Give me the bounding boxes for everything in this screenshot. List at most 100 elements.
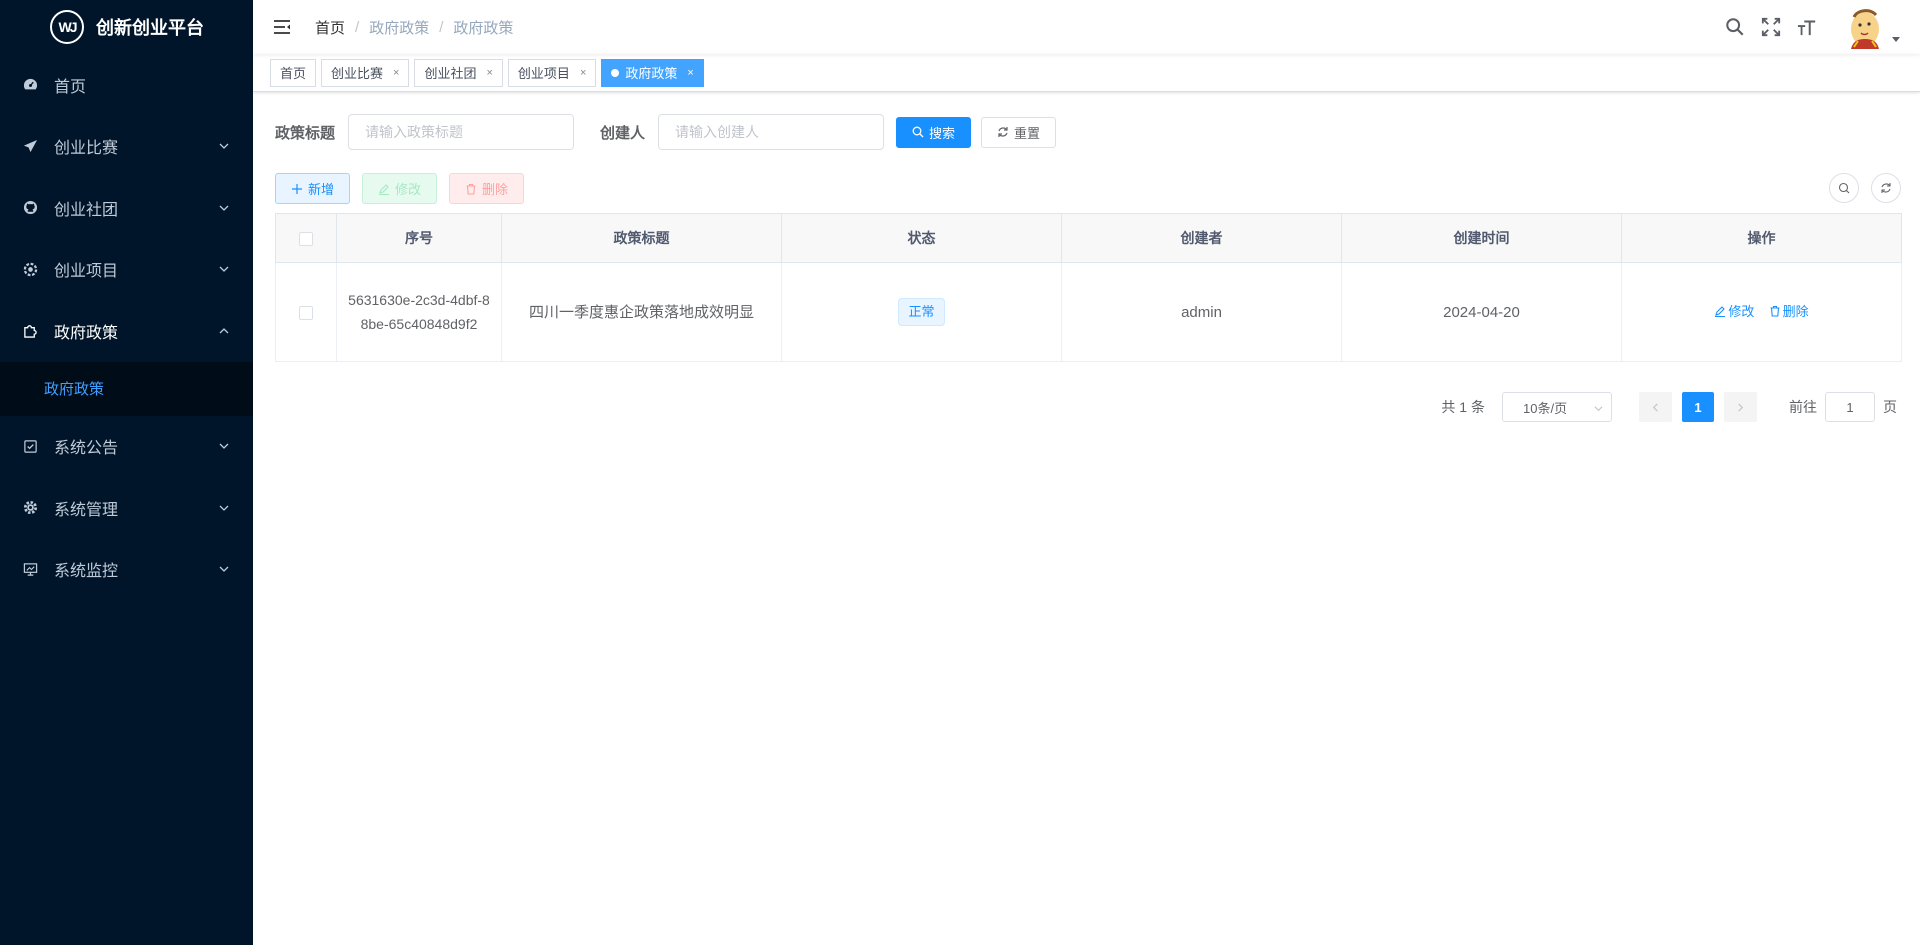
pagination-total: 共 1 条 — [1441, 399, 1485, 415]
table-header-row: 序号 政策标题 状态 创建者 创建时间 操作 — [275, 213, 1902, 263]
row-edit-link[interactable]: 修改 — [1714, 300, 1754, 323]
reset-button[interactable]: 重置 — [981, 116, 1057, 148]
font-size-icon[interactable] — [1796, 16, 1818, 38]
chevron-down-icon — [219, 566, 229, 573]
refresh-icon — [998, 127, 1008, 137]
row-checkbox[interactable] — [299, 305, 313, 320]
next-page-button[interactable] — [1724, 392, 1757, 422]
breadcrumb-separator: / — [355, 18, 360, 36]
creator-input[interactable] — [658, 114, 885, 150]
column-header: 创建者 — [1061, 213, 1342, 263]
search-button-label: 搜索 — [929, 125, 956, 141]
submenu-item-label: 政府政策 — [44, 381, 105, 398]
close-icon[interactable]: × — [687, 67, 693, 79]
close-icon[interactable]: × — [393, 67, 399, 79]
column-header: 政策标题 — [501, 213, 782, 263]
chevron-down-icon — [219, 443, 229, 450]
tag-competition[interactable]: 创业比赛 × — [321, 58, 410, 87]
sidebar-item-club[interactable]: 创业社团 — [0, 177, 253, 239]
add-button[interactable]: 新增 — [275, 173, 351, 204]
fullscreen-icon[interactable] — [1760, 16, 1782, 38]
breadcrumb: 首页 / 政府政策 / 政府政策 — [315, 17, 513, 38]
table-toolbar: 新增 修改 删除 — [275, 173, 1901, 204]
tag-label: 创业项目 — [517, 66, 570, 81]
edit-button[interactable]: 修改 — [362, 173, 438, 204]
tag-club[interactable]: 创业社团 × — [414, 58, 503, 87]
goto-page-input[interactable] — [1825, 392, 1875, 422]
tags-view: 首页 创业比赛 × 创业社团 × 创业项目 × 政府政策 × — [253, 54, 1920, 92]
logo-icon: WJ — [50, 10, 84, 44]
actions-cell: 修改 删除 — [1621, 262, 1902, 362]
logo[interactable]: WJ 创新创业平台 — [0, 0, 253, 54]
sidebar-item-project[interactable]: 创业项目 — [0, 239, 253, 301]
row-delete-link[interactable]: 删除 — [1769, 300, 1809, 323]
sidebar-item-label: 创业社团 — [54, 201, 119, 219]
sidebar-item-label: 创业项目 — [54, 263, 119, 281]
tag-label: 创业比赛 — [331, 66, 384, 81]
app-title: 创新创业平台 — [96, 18, 204, 38]
title-cell: 四川一季度惠企政策落地成效明显 — [501, 262, 782, 362]
row-edit-label: 修改 — [1728, 303, 1755, 319]
prev-page-button[interactable] — [1639, 392, 1672, 422]
sidebar-item-system[interactable]: 系统管理 — [0, 477, 253, 539]
sidebar-menu: 首页 创业比赛 创业社团 创业项目 政府政策 政府政策 系统公告 系统管理 系统… — [0, 54, 253, 600]
tag-project[interactable]: 创业项目 × — [507, 58, 597, 87]
status-cell: 正常 — [781, 262, 1062, 362]
search-icon — [1838, 182, 1850, 194]
reset-button-label: 重置 — [1014, 125, 1041, 141]
page-number-current[interactable]: 1 — [1682, 392, 1714, 422]
chevron-down-icon — [219, 143, 229, 150]
user-menu[interactable] — [1842, 5, 1900, 49]
sidebar-item-monitor[interactable]: 系统监控 — [0, 539, 253, 601]
breadcrumb-item-home[interactable]: 首页 — [315, 17, 345, 38]
delete-button[interactable]: 删除 — [449, 173, 525, 204]
tag-policy[interactable]: 政府政策 × — [601, 58, 704, 87]
creator-cell: admin — [1061, 262, 1342, 362]
refresh-button[interactable] — [1871, 173, 1901, 203]
edit-button-label: 修改 — [395, 182, 422, 197]
sidebar-item-competition[interactable]: 创业比赛 — [0, 116, 253, 178]
policy-title-input[interactable] — [348, 114, 575, 150]
chevron-left-icon — [1652, 402, 1658, 412]
close-icon[interactable]: × — [580, 67, 586, 79]
gear-outline-icon — [22, 261, 38, 277]
sidebar-item-policy[interactable]: 政府政策 — [0, 300, 253, 362]
sidebar: WJ 创新创业平台 首页 创业比赛 创业社团 创业项目 政府政策 政府政策 系统… — [0, 0, 253, 945]
search-icon — [912, 126, 924, 138]
add-button-label: 新增 — [308, 182, 335, 197]
checkbox-icon — [22, 438, 38, 454]
sidebar-item-notice[interactable]: 系统公告 — [0, 416, 253, 478]
chevron-down-icon — [219, 205, 229, 211]
edit-icon — [379, 183, 390, 195]
toggle-search-button[interactable] — [1829, 173, 1859, 203]
search-form: 政策标题 创建人 搜索 重置 — [275, 114, 1901, 150]
policy-title-label: 政策标题 — [275, 124, 336, 142]
caret-down-icon — [1892, 37, 1900, 42]
select-all-checkbox[interactable] — [299, 232, 313, 247]
page-size-select[interactable]: 10条/页 — [1502, 392, 1612, 422]
search-button[interactable]: 搜索 — [896, 116, 972, 148]
dashboard-icon — [22, 77, 38, 93]
tag-home[interactable]: 首页 — [270, 58, 317, 87]
policy-table: 序号 政策标题 状态 创建者 创建时间 操作 5631630e-2c3d-4db… — [275, 213, 1902, 362]
table-tools — [1817, 173, 1901, 203]
search-icon[interactable] — [1724, 16, 1746, 38]
navbar-right — [1724, 0, 1920, 54]
pagination: 共 1 条 10条/页 1 前往 页 — [275, 392, 1901, 422]
created-at-cell: 2024-04-20 — [1341, 262, 1622, 362]
sidebar-item-label: 政府政策 — [54, 324, 119, 342]
chevron-down-icon — [1594, 406, 1603, 412]
close-icon[interactable]: × — [486, 67, 492, 79]
submenu-item-policy[interactable]: 政府政策 — [0, 361, 253, 416]
trash-icon — [1770, 306, 1780, 317]
hamburger-icon[interactable] — [272, 17, 292, 37]
sidebar-item-home[interactable]: 首页 — [0, 54, 253, 116]
breadcrumb-item-policy: 政府政策 — [453, 19, 514, 37]
row-select-cell — [275, 262, 337, 362]
sidebar-item-label: 系统管理 — [54, 501, 119, 519]
tag-label: 政府政策 — [625, 66, 678, 81]
navbar: 首页 / 政府政策 / 政府政策 — [253, 0, 1920, 54]
chevron-down-icon — [219, 266, 229, 273]
breadcrumb-separator: / — [439, 18, 444, 36]
status-badge: 正常 — [898, 298, 945, 326]
